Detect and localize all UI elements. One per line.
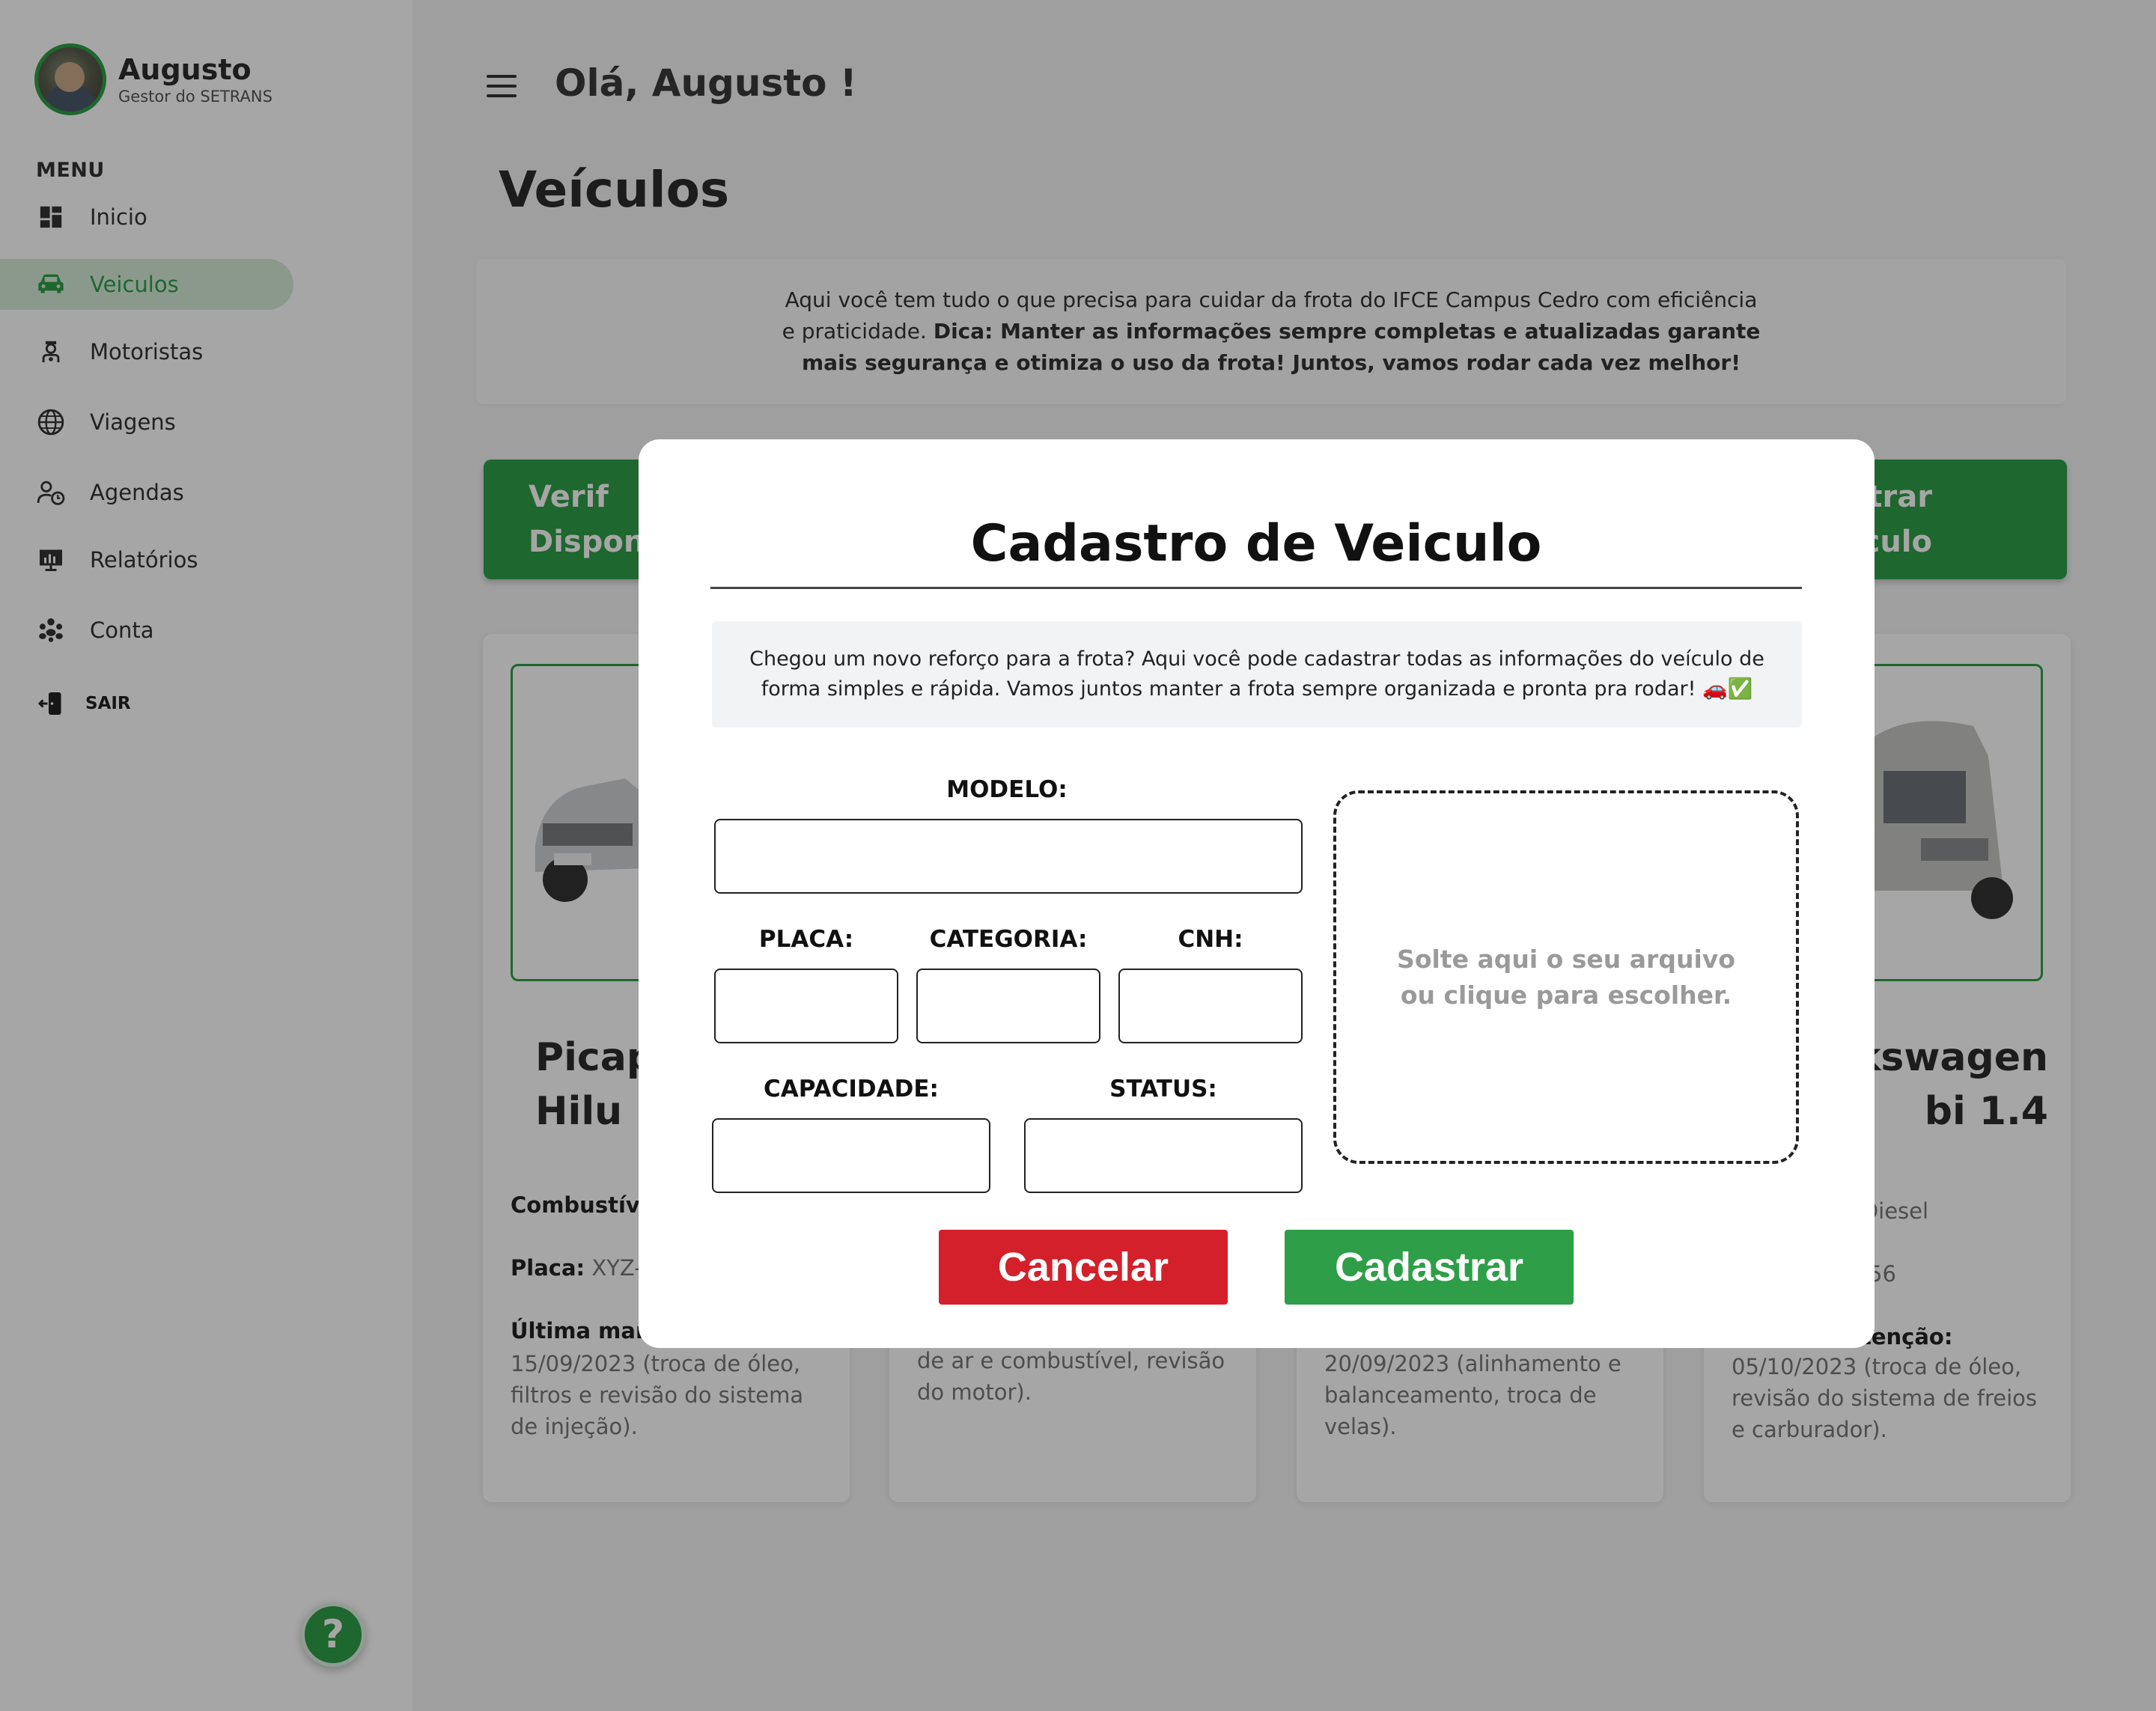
placa-label: PLACA: [758, 926, 854, 953]
vehicle-register-modal: Cadastro de Veiculo Chegou um novo refor… [639, 439, 1875, 1348]
file-dropzone[interactable]: Solte aqui o seu arquivo ou clique para … [1333, 790, 1799, 1164]
modal-divider [710, 587, 1802, 589]
status-input[interactable] [1024, 1118, 1303, 1193]
categoria-input[interactable] [916, 969, 1100, 1043]
modal-description: Chegou um novo reforço para a frota? Aqu… [712, 621, 1802, 728]
cancel-button[interactable]: Cancelar [939, 1230, 1228, 1305]
capacidade-input[interactable] [712, 1118, 990, 1193]
modelo-label: MODELO: [946, 776, 1068, 803]
modal-title: Cadastro de Veiculo [970, 514, 1542, 573]
placa-input[interactable] [714, 969, 898, 1043]
status-label: STATUS: [1109, 1076, 1217, 1102]
modelo-input[interactable] [714, 819, 1303, 894]
dropzone-text: Solte aqui o seu arquivo ou clique para … [1397, 944, 1735, 1010]
capacidade-label: CAPACIDADE: [764, 1076, 939, 1102]
categoria-label: CATEGORIA: [929, 926, 1088, 953]
cnh-input[interactable] [1118, 969, 1303, 1043]
submit-button[interactable]: Cadastrar [1285, 1230, 1574, 1305]
cnh-label: CNH: [1178, 926, 1243, 953]
